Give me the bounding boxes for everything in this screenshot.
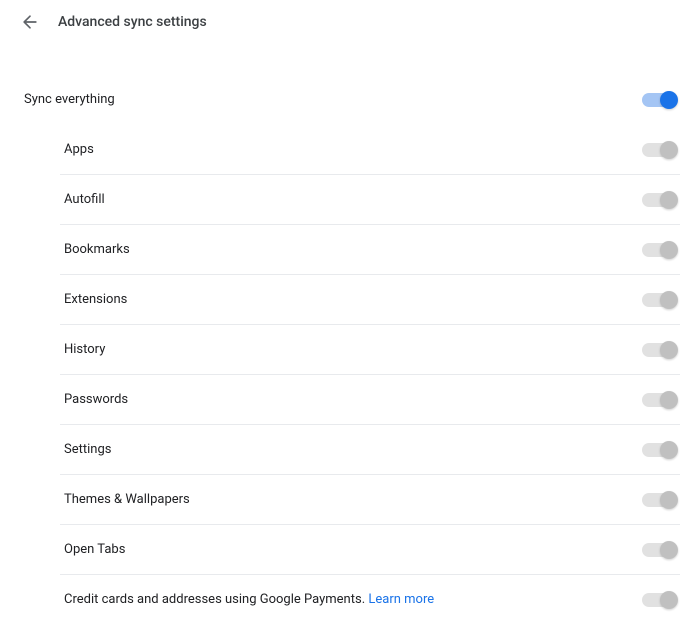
sync-item-apps: Apps: [60, 125, 680, 175]
page-title: Advanced sync settings: [58, 14, 207, 30]
sync-item-extensions: Extensions: [60, 275, 680, 325]
payments-text: Credit cards and addresses using Google …: [64, 592, 368, 607]
learn-more-link[interactable]: Learn more: [368, 592, 434, 607]
sync-item-label: Settings: [64, 442, 111, 457]
sync-everything-row: Sync everything: [20, 74, 680, 125]
sync-item-label: History: [64, 342, 105, 357]
sync-item-label: Themes & Wallpapers: [64, 492, 190, 507]
sync-item-opentabs: Open Tabs: [60, 525, 680, 575]
sync-item-label: Credit cards and addresses using Google …: [64, 592, 434, 607]
back-button[interactable]: [20, 12, 40, 32]
content: Sync everything Apps Autofill Bookmarks: [0, 74, 700, 624]
sync-item-passwords: Passwords: [60, 375, 680, 425]
sync-item-toggle-bookmarks[interactable]: [642, 243, 676, 257]
sync-item-toggle-passwords[interactable]: [642, 393, 676, 407]
sync-item-themes: Themes & Wallpapers: [60, 475, 680, 525]
sync-item-toggle-settings[interactable]: [642, 443, 676, 457]
sync-item-label: Bookmarks: [64, 242, 130, 257]
sync-item-label: Open Tabs: [64, 542, 125, 557]
header: Advanced sync settings: [0, 0, 700, 44]
sync-item-toggle-payments[interactable]: [642, 593, 676, 607]
sync-item-toggle-opentabs[interactable]: [642, 543, 676, 557]
sync-items-list: Apps Autofill Bookmarks Extensions Histo: [20, 125, 680, 624]
sync-item-label: Passwords: [64, 392, 128, 407]
sync-item-toggle-themes[interactable]: [642, 493, 676, 507]
sync-item-label: Autofill: [64, 192, 105, 207]
sync-item-toggle-history[interactable]: [642, 343, 676, 357]
sync-everything-label: Sync everything: [24, 92, 115, 107]
sync-item-settings: Settings: [60, 425, 680, 475]
sync-item-autofill: Autofill: [60, 175, 680, 225]
sync-item-toggle-autofill[interactable]: [642, 193, 676, 207]
sync-item-history: History: [60, 325, 680, 375]
sync-item-toggle-extensions[interactable]: [642, 293, 676, 307]
sync-everything-toggle[interactable]: [642, 93, 676, 107]
sync-item-toggle-apps[interactable]: [642, 143, 676, 157]
arrow-left-icon: [20, 12, 40, 32]
sync-item-label: Extensions: [64, 292, 127, 307]
sync-item-bookmarks: Bookmarks: [60, 225, 680, 275]
sync-item-label: Apps: [64, 142, 94, 157]
sync-item-payments: Credit cards and addresses using Google …: [60, 575, 680, 624]
